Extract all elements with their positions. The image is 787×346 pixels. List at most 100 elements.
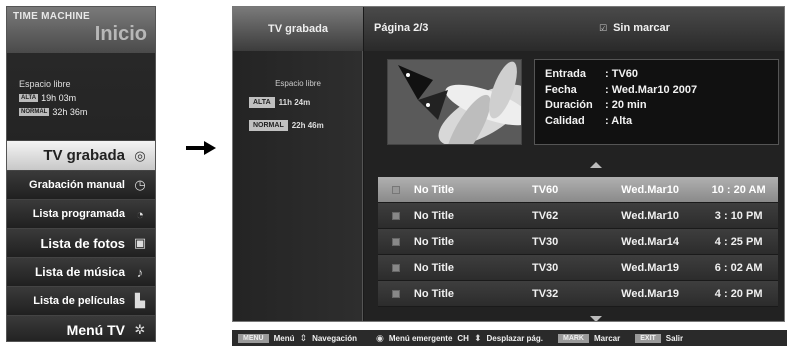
info-key: Entrada: [545, 68, 586, 80]
info-row-duracion: Duración : 20 min: [545, 99, 768, 115]
quality-badge: NORMAL: [249, 120, 288, 131]
flower-butterfly-image: [388, 60, 521, 144]
menu-item-tv-grabada[interactable]: TV grabada ◎: [7, 140, 155, 170]
menu-item-label: TV grabada: [43, 147, 125, 164]
time-machine-header: TIME MACHINE Inicio: [7, 7, 155, 53]
row-checkbox[interactable]: [392, 211, 400, 220]
row-time: 4 : 25 PM: [714, 235, 763, 248]
page-indicator: Página 2/3: [374, 22, 429, 34]
help-bar: MENU Menú ⇕ Navegación ◉ Menú emergente …: [232, 330, 787, 346]
row-channel: TV30: [531, 261, 559, 274]
row-checkbox[interactable]: [392, 289, 400, 298]
time-machine-panel: TIME MACHINE Inicio Espacio libre ALTA 1…: [6, 6, 156, 342]
inicio-label: Inicio: [94, 23, 147, 45]
row-channel: TV32: [531, 287, 559, 300]
menu-hint: Menú: [273, 333, 295, 343]
info-row-calidad: Calidad : Alta: [545, 115, 768, 131]
record-disc-icon: ◎: [134, 147, 146, 163]
info-value: : Alta: [605, 114, 633, 127]
screen-sidebar: TV grabada Espacio libre ALTA 11h 24m NO…: [233, 7, 363, 321]
table-row[interactable]: No Title TV62 Wed.Mar10 3 : 10 PM: [378, 203, 778, 229]
scroll-down-icon[interactable]: [590, 316, 602, 321]
channel-updown-icon: ⬍: [473, 332, 482, 343]
table-row[interactable]: No Title TV60 Wed.Mar10 10 : 20 AM: [378, 177, 778, 203]
right-arrow-icon: [186, 141, 216, 155]
row-checkbox[interactable]: [392, 263, 400, 272]
menu-item-lista-musica[interactable]: Lista de música ♪: [7, 257, 155, 286]
row-date: Wed.Mar14: [621, 235, 680, 248]
quality-badge: ALTA: [19, 94, 39, 102]
popup-menu-hint: Menú emergente: [388, 333, 453, 343]
free-space-normal: NORMAL 32h 36m: [19, 107, 87, 117]
time-machine-menu: TV grabada ◎ Grabación manual ◷ Lista pr…: [7, 140, 155, 341]
schedule-clock-icon: ◔: [136, 206, 144, 222]
unmarked-label: Sin marcar: [613, 22, 670, 34]
row-channel: TV30: [531, 235, 559, 248]
free-space-alta: ALTA 19h 03m: [19, 93, 76, 103]
photo-icon: ▣: [133, 235, 147, 250]
exit-hint: Salir: [665, 333, 684, 343]
row-channel: TV62: [531, 209, 559, 222]
free-space-value: 32h 36m: [52, 107, 88, 117]
info-key: Duración: [545, 99, 593, 111]
row-title: No Title: [413, 261, 455, 274]
free-space-label: Espacio libre: [19, 79, 71, 89]
ok-button-icon: ◉: [375, 332, 384, 343]
row-time: 3 : 10 PM: [714, 209, 763, 222]
quality-badge: ALTA: [249, 97, 275, 108]
recording-info-box: Entrada : TV60 Fecha : Wed.Mar10 2007 Du…: [534, 59, 779, 145]
exit-key[interactable]: EXIT: [635, 333, 661, 343]
mark-key[interactable]: MARK: [557, 333, 589, 343]
menu-item-menu-tv[interactable]: Menú TV ✲: [7, 315, 155, 341]
list-topbar: Página 2/3 ☑ Sin marcar: [364, 7, 784, 51]
unmarked-filter[interactable]: ☑ Sin marcar: [599, 22, 670, 34]
mark-hint: Marcar: [593, 333, 621, 343]
menu-item-label: Grabación manual: [29, 179, 125, 191]
table-row[interactable]: No Title TV30 Wed.Mar14 4 : 25 PM: [378, 229, 778, 255]
table-row[interactable]: No Title TV30 Wed.Mar19 6 : 02 AM: [378, 255, 778, 281]
menu-key[interactable]: MENU: [238, 333, 269, 343]
menu-item-lista-peliculas[interactable]: Lista de películas ▙: [7, 286, 155, 315]
row-date: Wed.Mar19: [621, 261, 680, 274]
row-time: 4 : 20 PM: [714, 287, 763, 300]
free-space-value: 19h 03m: [41, 93, 77, 103]
info-row-fecha: Fecha : Wed.Mar10 2007: [545, 84, 768, 100]
table-row[interactable]: No Title TV32 Wed.Mar19 4 : 20 PM: [378, 281, 778, 307]
menu-item-label: Lista de música: [34, 265, 125, 279]
scroll-up-icon[interactable]: [590, 162, 602, 168]
info-key: Fecha: [545, 83, 577, 96]
row-time: 6 : 02 AM: [714, 261, 763, 274]
info-key: Calidad: [545, 114, 585, 127]
info-value: : 20 min: [605, 99, 647, 111]
menu-item-grabacion-manual[interactable]: Grabación manual ◷: [7, 170, 155, 199]
menu-item-lista-fotos[interactable]: Lista de fotos ▣: [7, 228, 155, 257]
row-checkbox[interactable]: [392, 237, 400, 246]
channel-hint: CH: [457, 333, 469, 343]
free-space-alta: ALTA 11h 24m: [249, 97, 310, 108]
row-date: Wed.Mar10: [621, 183, 680, 196]
movie-icon: ▙: [135, 293, 145, 308]
row-title: No Title: [413, 209, 455, 222]
free-space-value: 11h 24m: [278, 98, 311, 107]
recording-list: No Title TV60 Wed.Mar10 10 : 20 AM No Ti…: [378, 177, 778, 307]
menu-item-label: Lista de fotos: [40, 235, 125, 251]
row-date: Wed.Mar10: [621, 209, 680, 222]
clock-record-icon: ◷: [134, 177, 146, 192]
free-space-normal: NORMAL 22h 46m: [249, 120, 324, 131]
recording-thumbnail: [387, 59, 522, 145]
recorded-tv-screen: TV grabada Espacio libre ALTA 11h 24m NO…: [232, 6, 785, 322]
page-scroll-hint: Desplazar pág.: [486, 333, 543, 343]
tab-tv-grabada[interactable]: TV grabada: [233, 7, 363, 51]
row-checkbox[interactable]: [392, 185, 400, 194]
free-space-label: Espacio libre: [275, 79, 321, 88]
menu-item-lista-programada[interactable]: Lista programada ◔: [7, 199, 155, 228]
row-title: No Title: [413, 183, 455, 196]
row-title: No Title: [413, 235, 455, 248]
navigation-hint: Navegación: [312, 333, 357, 343]
menu-item-label: Lista de películas: [33, 295, 125, 307]
info-row-entrada: Entrada : TV60: [545, 68, 768, 84]
settings-gear-icon: ✲: [134, 322, 146, 337]
up-down-arrows-icon: ⇕: [299, 332, 308, 343]
menu-item-label: Menú TV: [66, 322, 125, 338]
recording-list-panel: Página 2/3 ☑ Sin marcar Entrada: TV60 F…: [364, 7, 784, 321]
